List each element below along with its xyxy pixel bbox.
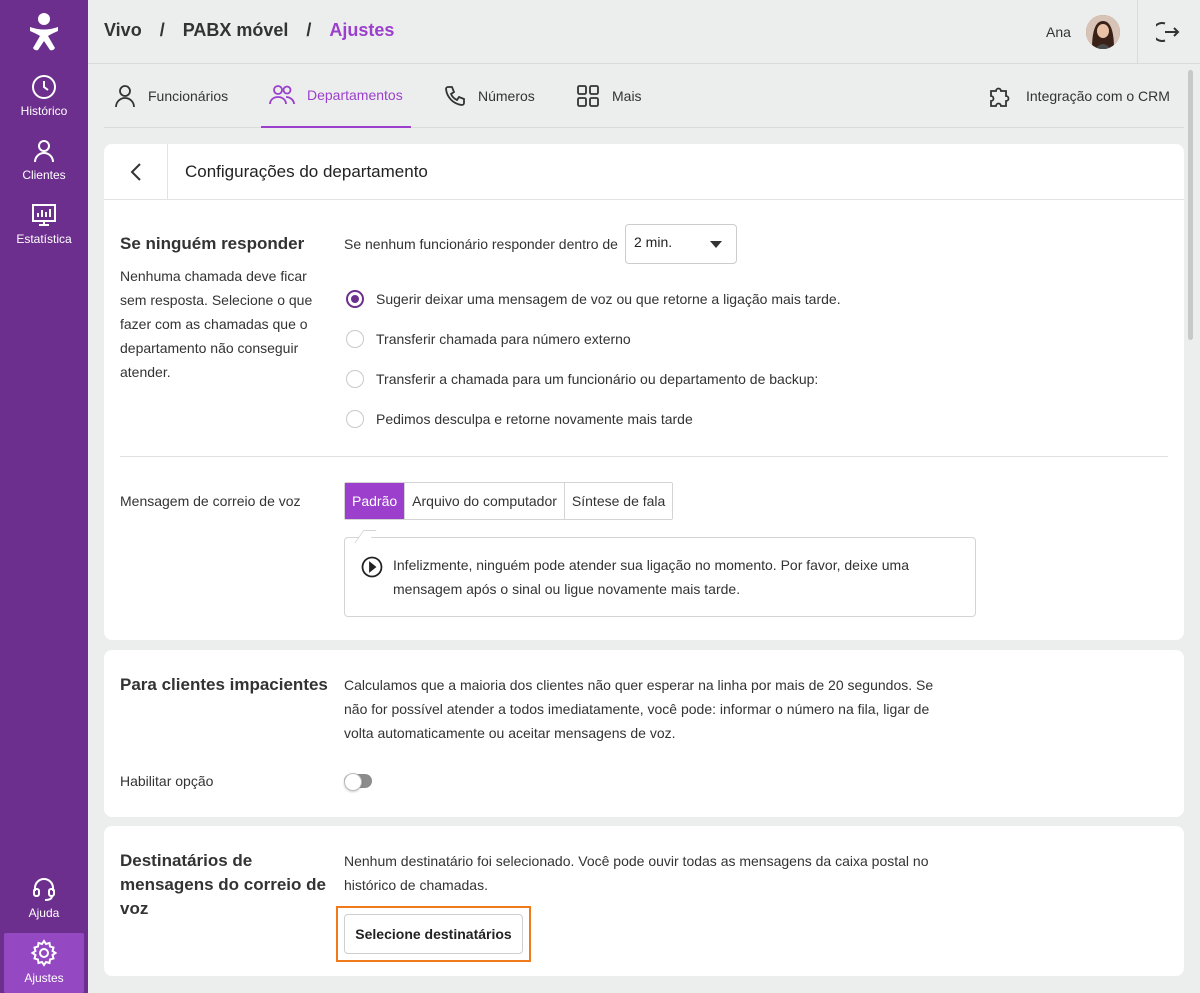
tab-label: Mais	[612, 88, 642, 104]
radio-label: Transferir chamada para número externo	[376, 331, 631, 347]
play-icon[interactable]	[361, 556, 383, 578]
no-answer-title: Se ninguém responder	[120, 234, 305, 253]
tab-numeros[interactable]: Números	[436, 64, 543, 128]
tab-departamentos[interactable]: Departamentos	[261, 64, 411, 128]
person-icon	[115, 85, 135, 108]
voicemail-recipients-card: Destinatários de mensagens do correio de…	[104, 826, 1184, 976]
radio-button[interactable]	[346, 370, 364, 388]
mode-file-button[interactable]: Arquivo do computador	[405, 483, 565, 519]
group-icon	[269, 85, 295, 105]
header-divider	[1137, 0, 1138, 64]
headset-icon	[33, 878, 55, 901]
radio-button[interactable]	[346, 330, 364, 348]
voicemail-message-text: Infelizmente, ninguém pode atender sua l…	[393, 557, 909, 597]
caret-down-icon	[710, 241, 722, 248]
radio-label: Sugerir deixar uma mensagem de voz ou qu…	[376, 291, 841, 307]
clock-icon	[32, 75, 56, 99]
timeout-label: Se nenhum funcionário responder dentro d…	[344, 236, 618, 252]
radio-label: Pedimos desculpa e retorne novamente mai…	[376, 411, 693, 427]
sidebar-item-label: Estatística	[16, 232, 72, 246]
chevron-left-icon	[130, 163, 141, 181]
phone-icon	[445, 86, 465, 106]
gear-icon	[30, 939, 58, 967]
impatient-description: Calculamos que a maioria dos clientes nã…	[344, 677, 934, 741]
breadcrumb-item-current: Ajustes	[329, 20, 395, 40]
user-name: Ana	[1046, 24, 1071, 40]
sidebar-item-label: Ajuda	[28, 906, 60, 920]
radio-button[interactable]	[346, 290, 364, 308]
breadcrumb-item-pabx[interactable]: PABX móvel	[183, 20, 289, 41]
impatient-clients-card: Para clientes impacientes Calculamos que…	[104, 650, 1184, 817]
tab-label: Integração com o CRM	[1026, 88, 1170, 104]
tab-label: Números	[478, 88, 535, 104]
timeout-select[interactable]: 2 min.	[625, 224, 737, 264]
voicemail-mode-selector: Padrão Arquivo do computador Síntese de …	[344, 482, 674, 520]
sidebar-item-estatistica[interactable]: Estatística	[0, 192, 88, 252]
mode-tts-button[interactable]: Síntese de fala	[564, 483, 673, 519]
sidebar-item-historico[interactable]: Histórico	[0, 64, 88, 124]
radio-label: Transferir a chamada para um funcionário…	[376, 371, 819, 387]
puzzle-icon	[990, 87, 1010, 107]
user-icon	[34, 140, 54, 163]
section-divider	[120, 456, 1168, 457]
enable-option-label: Habilitar opção	[120, 773, 214, 789]
vivo-logo-icon[interactable]	[0, 8, 88, 56]
radio-option-external[interactable]: Transferir chamada para número externo	[346, 330, 631, 348]
enable-option-toggle[interactable]	[344, 773, 372, 791]
recipients-description: Nenhum destinatário foi selecionado. Voc…	[344, 853, 929, 893]
sidebar-item-label: Ajustes	[24, 971, 64, 985]
radio-option-backup[interactable]: Transferir a chamada para um funcionário…	[346, 370, 818, 388]
sidebar-item-label: Clientes	[22, 168, 66, 182]
breadcrumb-item-vivo[interactable]: Vivo	[104, 20, 142, 41]
top-bar: Vivo / PABX móvel / Ajustes Ana	[88, 0, 1200, 64]
no-answer-description: Nenhuma chamada deve ficar sem resposta.…	[120, 268, 313, 380]
radio-button[interactable]	[346, 410, 364, 428]
radio-option-voicemail[interactable]: Sugerir deixar uma mensagem de voz ou qu…	[346, 290, 841, 308]
grid-icon	[577, 85, 599, 107]
sidebar: Histórico Clientes Estatística Ajuda Aju…	[0, 0, 88, 993]
timeout-value: 2 min.	[634, 234, 673, 250]
select-recipients-button[interactable]: Selecione destinatários	[344, 914, 523, 954]
voicemail-message-box: Infelizmente, ninguém pode atender sua l…	[344, 537, 976, 617]
back-button[interactable]	[104, 144, 168, 200]
card-title: Configurações do departamento	[185, 162, 428, 181]
card-header: Configurações do departamento	[104, 144, 1184, 200]
chart-icon	[32, 204, 56, 226]
sidebar-item-ajuda[interactable]: Ajuda	[0, 866, 88, 926]
sidebar-item-label: Histórico	[20, 104, 68, 118]
avatar[interactable]	[1086, 15, 1120, 49]
impatient-title: Para clientes impacientes	[120, 675, 328, 694]
radio-option-apologize[interactable]: Pedimos desculpa e retorne novamente mai…	[346, 410, 693, 428]
department-settings-card: Configurações do departamento Se ninguém…	[104, 144, 1184, 640]
tab-integracao-crm[interactable]: Integração com o CRM	[980, 64, 1178, 128]
breadcrumb: Vivo / PABX móvel / Ajustes	[104, 20, 394, 41]
tab-label: Departamentos	[307, 87, 403, 103]
settings-tabs: Funcionários Departamentos Números Mais …	[104, 64, 1184, 128]
breadcrumb-separator: /	[159, 20, 165, 40]
tab-funcionarios[interactable]: Funcionários	[106, 64, 236, 128]
scrollbar[interactable]	[1188, 70, 1193, 340]
recipients-title: Destinatários de mensagens do correio de…	[120, 851, 326, 918]
logout-icon[interactable]	[1152, 20, 1180, 44]
voicemail-label: Mensagem de correio de voz	[120, 493, 301, 509]
tab-mais[interactable]: Mais	[568, 64, 650, 128]
breadcrumb-separator: /	[306, 20, 312, 40]
tab-label: Funcionários	[148, 88, 229, 104]
sidebar-item-ajustes[interactable]: Ajustes	[4, 933, 84, 993]
sidebar-item-clientes[interactable]: Clientes	[0, 128, 88, 188]
mode-default-button[interactable]: Padrão	[345, 483, 406, 519]
